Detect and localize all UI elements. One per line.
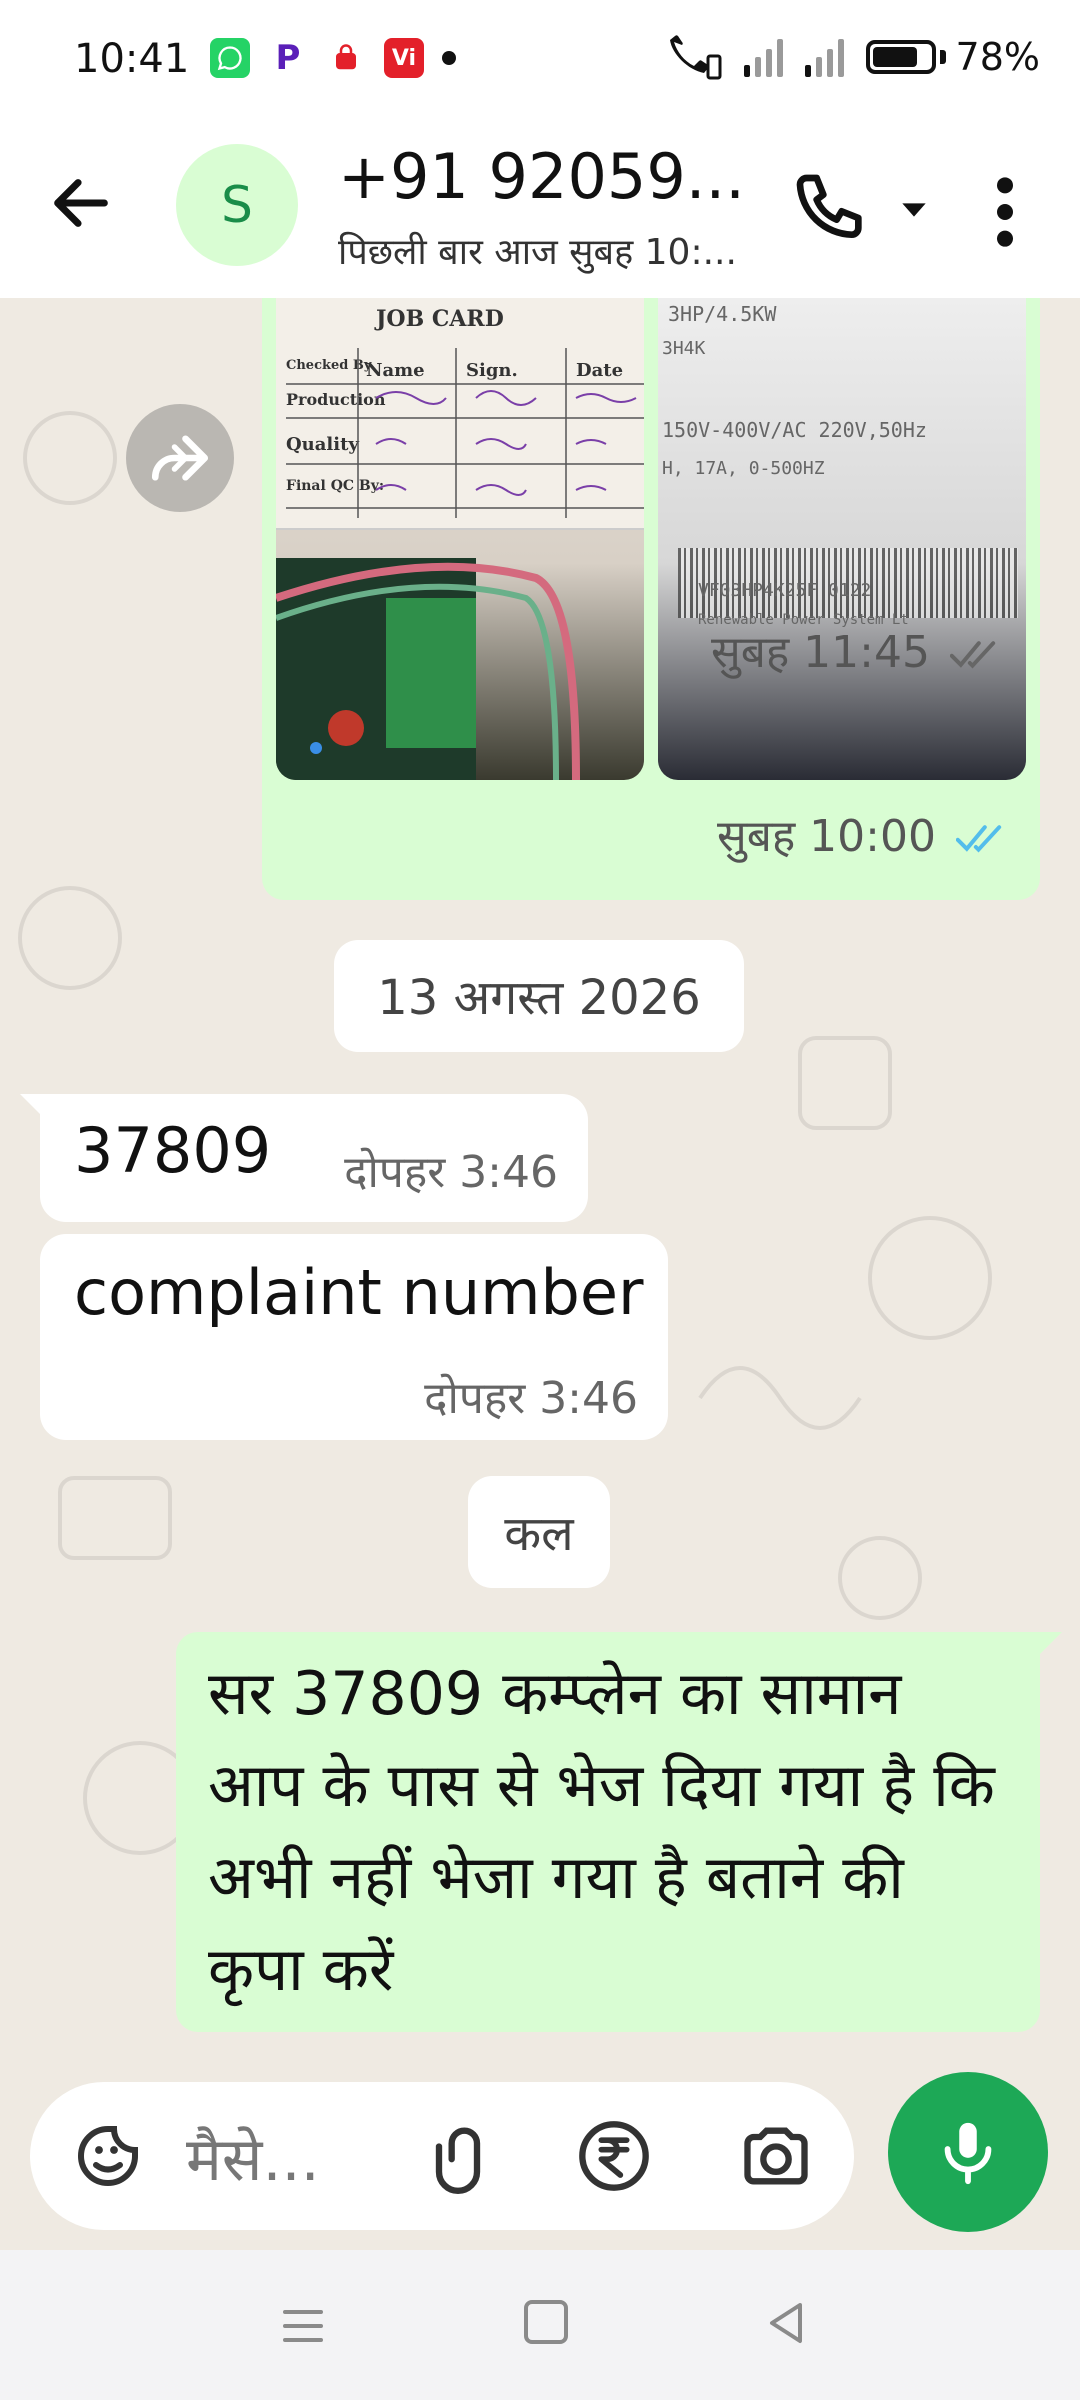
label-photo[interactable]: 3HP/4.5KW 3H4K 150V-400V/AC 220V,50Hz H,… <box>658 298 1026 780</box>
chat-area[interactable]: JOB CARD Name Sign. Date Checked By Prod… <box>0 298 1080 2250</box>
system-nav-bar <box>0 2250 1080 2400</box>
delivered-ticks-icon <box>949 641 996 669</box>
contact-name[interactable]: +91 92059... <box>338 140 745 213</box>
chevron-down-icon[interactable] <box>894 190 934 230</box>
product-label: 3HP/4.5KW 3H4K 150V-400V/AC 220V,50Hz H,… <box>658 298 1026 628</box>
label-line-2: 3H4K <box>662 338 706 359</box>
incoming-message[interactable]: 37809 दोपहर 3:46 <box>40 1094 588 1222</box>
battery-indicator: 78% <box>865 35 1040 79</box>
label-line-5: VF03HP4K25F 0122 <box>698 580 872 601</box>
bag-icon <box>326 38 366 78</box>
vi-icon: Vi <box>384 38 424 78</box>
message-composer[interactable]: मैसे... <box>30 2082 854 2230</box>
label-line-1: 3HP/4.5KW <box>668 302 777 326</box>
recent-apps-icon[interactable] <box>278 2302 328 2350</box>
sticker-icon[interactable] <box>72 2120 144 2192</box>
battery-icon <box>865 40 936 74</box>
notification-icons: P Vi <box>210 38 456 78</box>
status-bar: 10:41 P Vi 78% <box>0 0 1080 120</box>
battery-percent: 78% <box>955 35 1040 79</box>
chat-header: S +91 92059... पिछली बार आज सुबह 10:... <box>0 120 1080 299</box>
microphone-icon <box>944 2122 992 2185</box>
wires <box>276 562 580 780</box>
message-text: 37809 <box>74 1114 272 1187</box>
more-options-icon[interactable] <box>980 172 1030 252</box>
wifi-call-icon <box>669 35 722 80</box>
status-right: 78% <box>668 34 1040 80</box>
message-input[interactable]: मैसे... <box>186 2116 320 2198</box>
home-icon[interactable] <box>524 2300 568 2344</box>
outgoing-message-time: सुबह 11:45 <box>710 627 930 678</box>
back-arrow-icon[interactable] <box>46 168 116 238</box>
message-text: complaint number <box>74 1256 644 1329</box>
forward-icon <box>151 435 209 481</box>
whatsapp-icon <box>210 38 250 78</box>
day-divider: कल <box>468 1476 610 1588</box>
label-line-4: H, 17A, 0-500HZ <box>662 458 825 479</box>
signal-icon-2 <box>804 37 844 77</box>
incoming-message[interactable]: complaint number दोपहर 3:46 <box>40 1234 668 1440</box>
bubble-tail <box>20 1094 42 1116</box>
image-message-time: सुबह 10:00 <box>716 811 936 862</box>
read-ticks-icon <box>955 825 1002 853</box>
message-time: सुबह 11:45 <box>711 620 998 680</box>
mic-button[interactable] <box>888 2072 1048 2232</box>
camera-icon[interactable] <box>736 2118 816 2194</box>
message-time: दोपहर 3:46 <box>424 1373 638 1424</box>
label-line-3: 150V-400V/AC 220V,50Hz <box>662 418 927 442</box>
last-seen[interactable]: पिछली बार आज सुबह 10:... <box>338 226 737 275</box>
message-time: सुबह 10:00 <box>717 804 1004 864</box>
battery-fill <box>872 47 917 67</box>
outgoing-message[interactable]: सर 37809 कम्प्लेन का सामान आप के पास से … <box>176 1632 1040 2032</box>
avatar[interactable]: S <box>176 144 298 266</box>
payment-rupee-icon[interactable] <box>576 2118 652 2194</box>
avatar-letter: S <box>221 176 253 234</box>
attachment-icon[interactable] <box>420 2118 496 2194</box>
forward-button[interactable] <box>126 404 234 512</box>
date-divider: 13 अगस्त 2026 <box>334 940 744 1052</box>
job-card-photo[interactable]: JOB CARD Name Sign. Date Checked By Prod… <box>276 298 644 780</box>
message-text: सर 37809 कम्प्लेन का सामान आप के पास से … <box>208 1659 995 2005</box>
phone-call-icon[interactable] <box>790 168 870 248</box>
status-time: 10:41 <box>74 36 190 82</box>
paytm-icon: P <box>268 38 308 78</box>
dot-icon <box>442 51 456 65</box>
bubble-tail <box>1040 1632 1062 1654</box>
message-time: दोपहर 3:46 <box>344 1147 558 1198</box>
signal-icon-1 <box>743 37 783 77</box>
nav-back-icon[interactable] <box>762 2296 810 2350</box>
